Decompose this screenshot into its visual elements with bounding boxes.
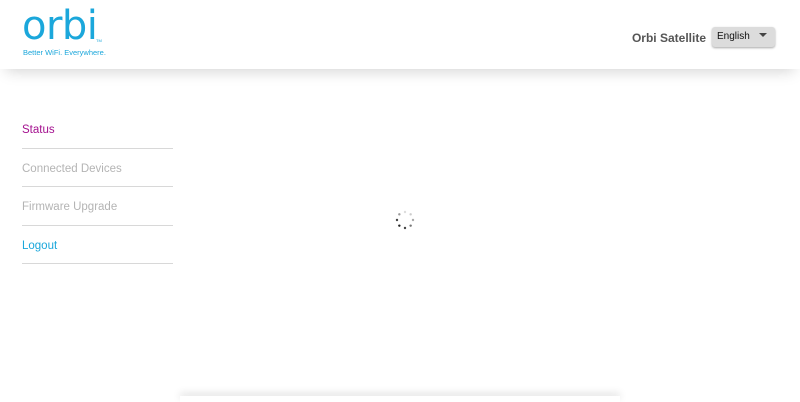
sidebar-item-firmware-upgrade[interactable]: Firmware Upgrade (22, 187, 173, 226)
sidebar-item-label: Logout (22, 239, 58, 252)
logo-wordmark: orbi (22, 3, 98, 49)
sidebar-item-logout[interactable]: Logout (22, 226, 173, 264)
sidebar-item-label: Status (22, 124, 55, 136)
sidebar-menu: Status Connected Devices Firmware Upgrad… (22, 110, 173, 264)
footer-edge (180, 396, 620, 402)
language-select[interactable]: English (712, 27, 775, 47)
orbi-admin-page: orbi TM Better WiFi. Everywhere. Orbi Sa… (0, 0, 800, 402)
language-select-value: English (717, 31, 750, 42)
logo-tagline: Better WiFi. Everywhere. (23, 48, 106, 57)
sidebar-item-label: Connected Devices (22, 162, 122, 175)
sidebar-item-status[interactable]: Status (22, 110, 173, 149)
device-name: Orbi Satellite (631, 31, 706, 45)
header: orbi TM Better WiFi. Everywhere. Orbi Sa… (0, 0, 800, 69)
logo-trademark: TM (96, 38, 102, 43)
chevron-down-icon (759, 33, 767, 37)
orbi-logo[interactable]: orbi TM Better WiFi. Everywhere. (22, 3, 142, 61)
sidebar-item-label: Firmware Upgrade (22, 201, 118, 213)
sidebar-item-connected-devices[interactable]: Connected Devices (22, 149, 173, 187)
spinner-icon (395, 210, 415, 230)
